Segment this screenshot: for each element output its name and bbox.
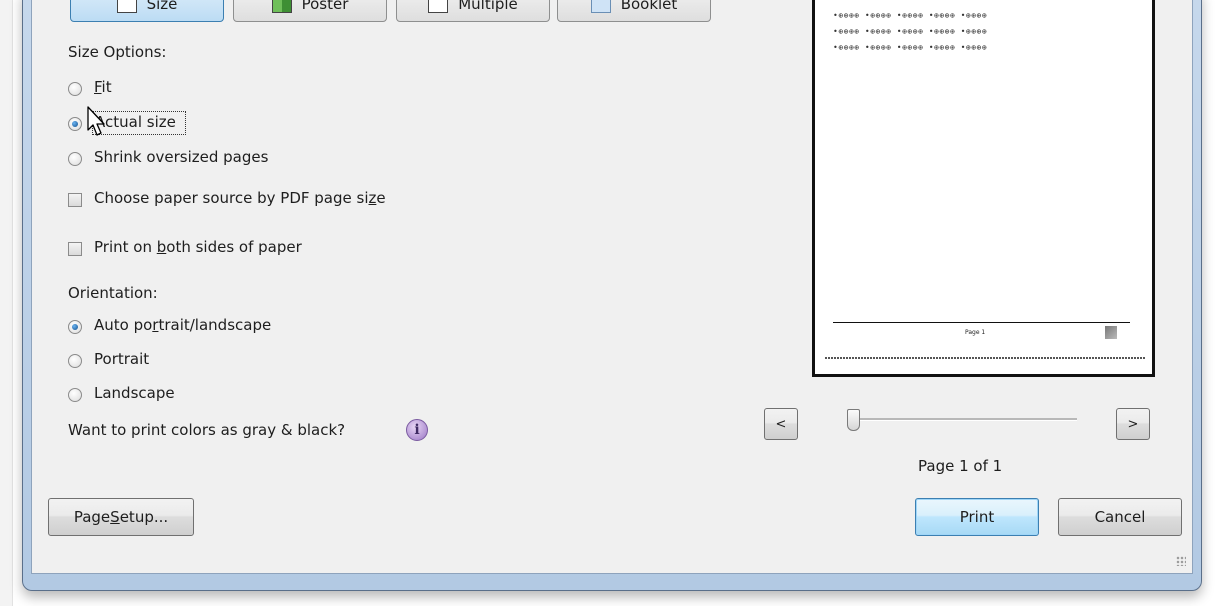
both-sides-key: b (156, 238, 167, 256)
preview-footer-page: Page 1 (965, 329, 986, 336)
preview-footer-note (825, 357, 1145, 359)
info-glyph: i (414, 422, 420, 438)
auto-pre: Auto po (94, 316, 153, 334)
landscape-radio[interactable] (68, 388, 82, 402)
fit-access-key: F (94, 78, 102, 96)
paper-source-post: e (376, 189, 386, 207)
size-icon (116, 0, 137, 13)
page-slider-track[interactable] (850, 418, 1077, 421)
orientation-heading: Orientation: (68, 284, 158, 302)
tab-multiple[interactable]: Multiple (396, 0, 550, 22)
preview-stamp-icon (1105, 326, 1117, 339)
fit-radio[interactable] (68, 82, 82, 96)
preview-row: •⊕⊕⊕⊕ •⊕⊕⊕⊕ •⊕⊕⊕⊕ •⊕⊕⊕⊕ •⊕⊕⊕⊕ (833, 11, 988, 20)
page-setup-post: etup... (119, 508, 169, 526)
both-sides-checkbox[interactable] (68, 242, 82, 256)
fit-label[interactable]: Fit (94, 78, 112, 96)
shrink-radio[interactable] (68, 152, 82, 166)
page-setup-pre: Page (73, 508, 111, 526)
tab-size[interactable]: Size (70, 0, 224, 22)
print-dialog: Size Poster Multiple Booklet Size Option… (31, 0, 1193, 574)
both-sides-label[interactable]: Print on both sides of paper (94, 238, 302, 256)
landscape-label[interactable]: Landscape (94, 384, 175, 402)
auto-orientation-radio[interactable] (68, 320, 82, 334)
gray-prompt: Want to print colors as gray & black? (68, 421, 346, 439)
page-setup-button[interactable]: Page Setup... (48, 498, 194, 536)
background-window-edge (0, 0, 13, 606)
preview-row: •⊕⊕⊕⊕ •⊕⊕⊕⊕ •⊕⊕⊕⊕ •⊕⊕⊕⊕ •⊕⊕⊕⊕ (833, 27, 988, 36)
tab-booklet[interactable]: Booklet (557, 0, 711, 22)
tab-poster-label: Poster (301, 0, 349, 13)
paper-source-pre: Choose paper source by PDF page si (94, 189, 369, 207)
size-options-heading: Size Options: (68, 43, 167, 61)
tab-size-label: Size (146, 0, 178, 13)
poster-icon (271, 0, 292, 13)
previous-page-button[interactable]: < (764, 408, 798, 440)
next-page-button[interactable]: > (1116, 408, 1150, 440)
page-setup-key: S (110, 508, 120, 526)
info-icon[interactable]: i (406, 419, 428, 441)
actual-size-radio[interactable] (68, 117, 82, 131)
auto-orientation-label[interactable]: Auto portrait/landscape (94, 316, 271, 334)
fit-label-rest: it (101, 78, 112, 96)
paper-source-label[interactable]: Choose paper source by PDF page size (94, 189, 386, 207)
paper-source-checkbox[interactable] (68, 193, 82, 207)
auto-post: trait/landscape (158, 316, 272, 334)
cancel-button[interactable]: Cancel (1058, 498, 1182, 536)
portrait-label[interactable]: Portrait (94, 350, 149, 368)
tab-multiple-label: Multiple (458, 0, 518, 13)
portrait-radio[interactable] (68, 354, 82, 368)
resize-grip-icon[interactable] (1176, 556, 1186, 566)
page-status: Page 1 of 1 (918, 457, 1003, 475)
both-sides-post: oth sides of paper (166, 238, 302, 256)
multiple-icon (428, 0, 449, 13)
both-sides-pre: Print on (94, 238, 157, 256)
tab-booklet-label: Booklet (620, 0, 678, 13)
print-button[interactable]: Print (915, 498, 1039, 536)
shrink-label[interactable]: Shrink oversized pages (94, 148, 268, 166)
tab-poster[interactable]: Poster (233, 0, 387, 22)
print-preview: ·○○○○○ ·○○○○○ ·○○○○○ ·○○○○○ ·○○○○○ •⊕⊕⊕⊕… (812, 0, 1155, 377)
preview-row: •⊕⊕⊕⊕ •⊕⊕⊕⊕ •⊕⊕⊕⊕ •⊕⊕⊕⊕ •⊕⊕⊕⊕ (833, 43, 988, 52)
preview-footer-rule (833, 322, 1130, 323)
page-slider-thumb[interactable] (847, 409, 860, 431)
booklet-icon (590, 0, 611, 13)
mouse-pointer-icon (87, 106, 105, 136)
